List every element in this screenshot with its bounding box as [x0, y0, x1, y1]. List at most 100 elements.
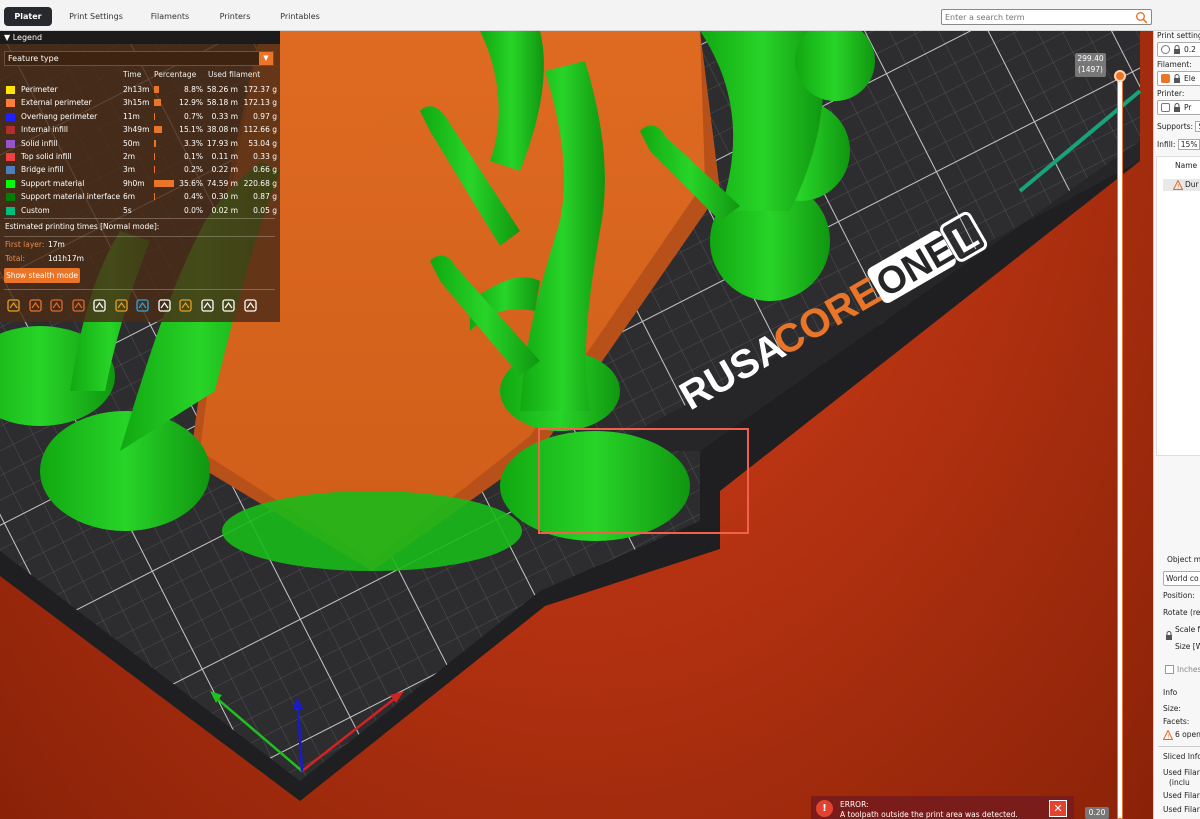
- first-layer-value: 17m: [48, 240, 65, 249]
- layer-slider-track[interactable]: [1117, 76, 1123, 819]
- feature-name: Custom: [21, 205, 50, 215]
- warning-icon: !: [1173, 180, 1183, 190]
- feature-grams: 0.66 g: [253, 165, 277, 175]
- feature-time: 6m: [123, 192, 136, 202]
- legend-panel: ▼ Legend Feature type ▼ Time Percentage …: [0, 31, 280, 322]
- feature-meters: 0.30 m: [211, 192, 238, 202]
- svg-text:!: !: [1177, 184, 1179, 191]
- feature-meters: 58.26 m: [206, 85, 238, 94]
- feature-name: Perimeter: [21, 85, 58, 94]
- legend-row[interactable]: Solid infill 50m 3.3% 17.93 m 53.04 g: [5, 137, 277, 150]
- feature-grams: 0.87 g: [253, 192, 277, 202]
- feature-meters: 0.33 m: [211, 111, 238, 121]
- feature-name: Bridge infill: [21, 165, 64, 175]
- retractions-icon[interactable]: [49, 298, 64, 313]
- center-of-gravity-icon[interactable]: [200, 298, 215, 313]
- feature-percentage: 0.1%: [183, 152, 203, 161]
- color-swatch: [6, 193, 15, 202]
- inches-checkbox[interactable]: [1165, 665, 1174, 674]
- svg-text:!: !: [1167, 734, 1169, 741]
- divider: [4, 236, 275, 237]
- feature-percentage: 15.1%: [179, 125, 203, 135]
- used-filament-including-label: (inclu: [1169, 778, 1190, 787]
- tab-filaments[interactable]: Filaments: [145, 7, 195, 26]
- legend-row[interactable]: Overhang perimeter 11m 0.7% 0.33 m 0.97 g: [5, 110, 277, 123]
- feature-grams: 172.37 g: [243, 85, 277, 94]
- feature-meters: 17.93 m: [206, 138, 238, 148]
- legend-header[interactable]: ▼ Legend: [0, 31, 280, 44]
- printer-value: Pr: [1184, 103, 1192, 112]
- color-swatch: [6, 166, 15, 175]
- feature-time: 3h49m: [123, 125, 150, 135]
- legend-row[interactable]: Bridge infill 3m 0.2% 0.22 m 0.66 g: [5, 163, 277, 176]
- close-icon[interactable]: ✕: [1049, 800, 1067, 817]
- feature-percentage: 0.2%: [183, 165, 203, 175]
- tool-marker-icon[interactable]: [243, 298, 258, 313]
- travel-icon[interactable]: [6, 298, 21, 313]
- color-swatch: [6, 206, 15, 215]
- search-icon[interactable]: [1135, 11, 1148, 24]
- legend-row[interactable]: Perimeter 2h13m 8.8% 58.26 m 172.37 g: [5, 83, 277, 96]
- color-swatch: [6, 179, 15, 188]
- feature-time: 3h15m: [123, 98, 150, 108]
- tab-plater[interactable]: Plater: [4, 7, 52, 26]
- error-notification: ! ERROR: A toolpath outside the print ar…: [811, 796, 1074, 819]
- object-list-name-header: Name: [1175, 161, 1198, 170]
- column-header-percentage: Percentage: [154, 70, 197, 79]
- lock-icon[interactable]: [1165, 631, 1173, 641]
- legend-row[interactable]: Support material interface 6m 0.4% 0.30 m 0.…: [5, 190, 277, 203]
- filament-label: Filament:: [1157, 60, 1192, 69]
- legend-row[interactable]: Top solid infill 2m 0.1% 0.11 m 0.33 g: [5, 150, 277, 163]
- feature-name: Support material: [21, 178, 85, 188]
- feature-percentage: 0.0%: [183, 205, 203, 215]
- color-changes-icon[interactable]: [135, 298, 150, 313]
- feature-grams: 0.97 g: [253, 111, 277, 121]
- tab-printers[interactable]: Printers: [213, 7, 257, 26]
- supports-value[interactable]: S: [1195, 121, 1200, 132]
- wipe-icon[interactable]: [28, 298, 43, 313]
- feature-grams: 0.05 g: [253, 205, 277, 215]
- size-label: Size [W: [1175, 642, 1200, 651]
- right-sidebar: Print setting 0.2 Filament: Ele Printer:…: [1153, 31, 1200, 819]
- dropdown-arrow-icon[interactable]: ▼: [259, 52, 273, 65]
- legend-row[interactable]: Support material 9h0m 35.6% 74.59 m 220.68 g: [5, 177, 277, 190]
- feature-percentage: 8.8%: [183, 85, 203, 94]
- deretractions-icon[interactable]: [71, 298, 86, 313]
- info-size-label: Size:: [1163, 704, 1181, 713]
- top-layer-number: (1497): [1078, 65, 1103, 74]
- custom-gcodes-icon[interactable]: [178, 298, 193, 313]
- error-icon: !: [816, 800, 833, 817]
- collapse-triangle-icon[interactable]: ▼: [4, 33, 10, 42]
- tab-printables[interactable]: Printables: [273, 7, 327, 26]
- legend-row[interactable]: Internal infill 3h49m 15.1% 38.08 m 112.66 g: [5, 123, 277, 136]
- feature-meters: 74.59 m: [206, 178, 238, 188]
- filament-combo[interactable]: Ele: [1157, 71, 1200, 86]
- tool-changes-icon[interactable]: [114, 298, 129, 313]
- percentage-bar: [154, 86, 159, 93]
- tab-print-settings[interactable]: Print Settings: [63, 7, 129, 26]
- legend-row[interactable]: Custom 5s 0.0% 0.02 m 0.05 g: [5, 204, 277, 217]
- print-settings-value: 0.2: [1184, 45, 1196, 54]
- search-input[interactable]: [945, 11, 1131, 23]
- percentage-bar: [154, 139, 156, 147]
- legend-row[interactable]: External perimeter 3h15m 12.9% 58.18 m 172.1…: [5, 96, 277, 109]
- feature-meters: 0.22 m: [211, 165, 238, 175]
- percentage-bar: [154, 99, 162, 107]
- layer-slider-top-thumb[interactable]: [1114, 70, 1126, 82]
- feature-time: 3m: [123, 165, 136, 175]
- used-filament-label: Used Filar: [1163, 768, 1200, 777]
- view-type-select[interactable]: Feature type ▼: [4, 51, 274, 66]
- color-swatch: [6, 139, 15, 148]
- printer-combo[interactable]: Pr: [1157, 100, 1200, 115]
- supports-label: Supports: S: [1157, 121, 1200, 132]
- object-row[interactable]: ! Dur: [1163, 179, 1200, 191]
- coordinates-select[interactable]: World co: [1163, 571, 1200, 586]
- print-settings-combo[interactable]: 0.2: [1157, 42, 1200, 57]
- show-stealth-mode-button[interactable]: Show stealth mode: [4, 268, 80, 283]
- feature-name: Solid infill: [21, 138, 58, 148]
- shells-icon[interactable]: [221, 298, 236, 313]
- feature-percentage: 0.4%: [183, 192, 203, 202]
- pause-prints-icon[interactable]: [157, 298, 172, 313]
- seams-icon[interactable]: [92, 298, 107, 313]
- infill-value[interactable]: 15%: [1177, 139, 1200, 150]
